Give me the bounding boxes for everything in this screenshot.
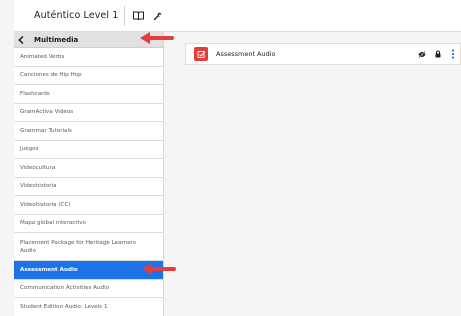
- sidebar-item-grammar-tutorials[interactable]: Grammar Tutorials: [14, 122, 163, 141]
- visibility-off-icon[interactable]: [418, 50, 426, 58]
- title-divider: [124, 5, 126, 26]
- sidebar-item-communication-activities-audio[interactable]: Communication Activities Audio: [14, 280, 163, 298]
- sidebar-item-canciones-de-hip-hop[interactable]: Canciones de Hip Hop: [14, 67, 163, 85]
- sidebar-item-mapa-global-interactivo[interactable]: Mapa global interactivo: [14, 215, 163, 233]
- chevron-left-icon[interactable]: [14, 32, 28, 48]
- sidebar-item-label: Grammar Tutorials: [20, 127, 72, 134]
- sidebar-item-label: GramActiva Videos: [20, 109, 74, 116]
- wrench-icon[interactable]: [151, 9, 165, 23]
- left-gutter: [0, 0, 14, 316]
- assignment-check-icon: [194, 47, 208, 61]
- sidebar-item-label: Videohistoria: [20, 183, 57, 190]
- sidebar-section-title: Multimedia: [34, 35, 79, 44]
- sidebar-item-label: Canciones de Hip Hop: [20, 72, 82, 79]
- asset-actions: [418, 49, 456, 59]
- lock-icon[interactable]: [434, 50, 442, 58]
- sidebar-item-label: Communication Activities Audio: [20, 285, 110, 292]
- sidebar-item-label: Student Edition Audio: Levels 1: [20, 303, 108, 310]
- main-content: Assessment Audio: [165, 33, 461, 316]
- sidebar-item-videocultura[interactable]: Videocultura: [14, 159, 163, 178]
- sidebar-item-flashcards[interactable]: Flashcards: [14, 85, 163, 104]
- more-vert-icon[interactable]: [450, 49, 456, 59]
- top-bar: Auténtico Level 1: [14, 0, 461, 32]
- asset-card[interactable]: Assessment Audio: [185, 43, 461, 65]
- sidebar-item-juegos[interactable]: Juegos: [14, 141, 163, 159]
- sidebar-item-label: Juegos: [20, 146, 39, 153]
- sidebar-item-videohistoria-cc[interactable]: Videohistoria (CC): [14, 196, 163, 215]
- sidebar-item-label: Flashcards: [20, 90, 50, 97]
- annotation-arrow-header: [140, 32, 174, 44]
- sidebar-item-label: Mapa global interactivo: [20, 220, 86, 227]
- asset-title[interactable]: Assessment Audio: [216, 50, 276, 58]
- sidebar-item-label: Placement Package for Heritage Learners …: [20, 239, 136, 254]
- sidebar-item-label: Videocultura: [20, 164, 56, 171]
- book-icon[interactable]: [131, 9, 145, 23]
- sidebar-item-student-edition-audio[interactable]: Student Edition Audio: Levels 1: [14, 298, 163, 316]
- sidebar-item-videohistoria[interactable]: Videohistoria: [14, 178, 163, 196]
- sidebar-item-label: Videohistoria (CC): [20, 201, 71, 208]
- app-title: Auténtico Level 1: [34, 10, 119, 21]
- sidebar-item-gramactiva-videos[interactable]: GramActiva Videos: [14, 104, 163, 122]
- sidebar-item-label: Animated Verbs: [20, 53, 65, 60]
- sidebar-item-placement-package[interactable]: Placement Package for Heritage Learners …: [14, 233, 163, 261]
- annotation-arrow-active-item: [142, 263, 176, 275]
- sidebar-item-animated-verbs[interactable]: Animated Verbs: [14, 48, 163, 67]
- sidebar-item-label: Assessment Audio: [20, 266, 78, 273]
